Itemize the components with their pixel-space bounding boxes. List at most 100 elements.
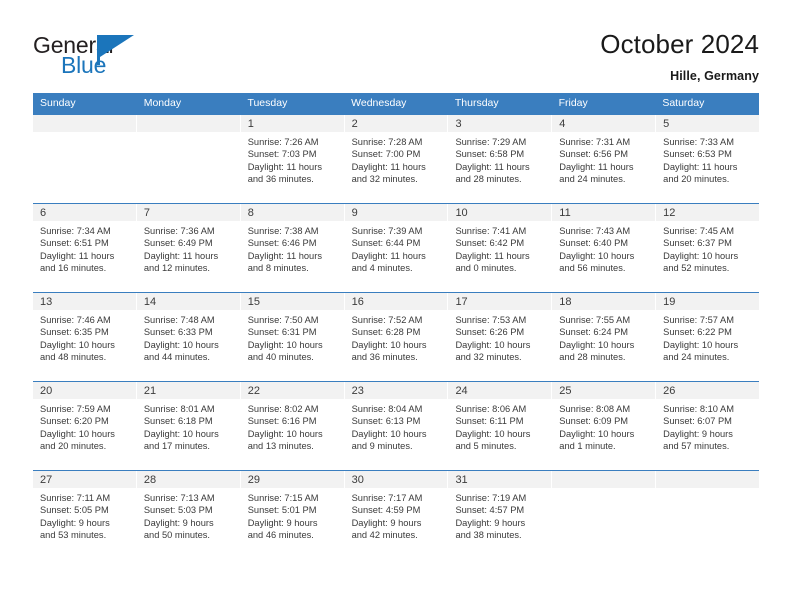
- day-cell[interactable]: 16 Sunrise: 7:52 AM Sunset: 6:28 PM Dayl…: [344, 293, 449, 381]
- daylight-line-2: and 28 minutes.: [455, 174, 522, 185]
- day-details: Sunrise: 7:52 AM Sunset: 6:28 PM Dayligh…: [345, 310, 448, 364]
- day-number: [33, 115, 136, 132]
- sunrise-line: Sunrise: 7:11 AM: [40, 493, 111, 503]
- day-cell[interactable]: 29 Sunrise: 7:15 AM Sunset: 5:01 PM Dayl…: [240, 471, 345, 559]
- daylight-line-1: Daylight: 11 hours: [247, 250, 322, 261]
- sunset-line: Sunset: 6:42 PM: [455, 238, 525, 249]
- day-number: 7: [136, 204, 240, 221]
- day-number: 10: [448, 204, 552, 221]
- title-block: October 2024 Hille, Germany: [600, 30, 759, 83]
- sunrise-line: Sunrise: 8:06 AM: [455, 404, 527, 414]
- sunrise-line: Sunrise: 7:34 AM: [40, 226, 111, 236]
- daylight-line-2: and 52 minutes.: [663, 263, 730, 274]
- sunrise-line: Sunrise: 8:04 AM: [351, 404, 423, 414]
- daylight-line-2: and 0 minutes.: [455, 263, 517, 274]
- logo-text-blue: Blue: [61, 52, 107, 78]
- day-number: [552, 471, 656, 488]
- day-cell[interactable]: [656, 471, 760, 559]
- day-cell[interactable]: 2 Sunrise: 7:28 AM Sunset: 7:00 PM Dayli…: [344, 115, 449, 203]
- sunset-line: Sunset: 7:03 PM: [247, 149, 317, 160]
- day-cell[interactable]: 13 Sunrise: 7:46 AM Sunset: 6:35 PM Dayl…: [33, 293, 137, 381]
- day-cell[interactable]: 1 Sunrise: 7:26 AM Sunset: 7:03 PM Dayli…: [240, 115, 345, 203]
- daylight-line-1: Daylight: 11 hours: [40, 250, 115, 261]
- day-details: Sunrise: 7:17 AM Sunset: 4:59 PM Dayligh…: [345, 488, 448, 542]
- daylight-line-1: Daylight: 10 hours: [559, 428, 635, 439]
- sunset-line: Sunset: 6:58 PM: [455, 149, 525, 160]
- day-cell[interactable]: 8 Sunrise: 7:38 AM Sunset: 6:46 PM Dayli…: [240, 204, 345, 292]
- weekday-header-friday: Friday: [558, 97, 588, 109]
- day-cell[interactable]: 6 Sunrise: 7:34 AM Sunset: 6:51 PM Dayli…: [33, 204, 137, 292]
- day-cell[interactable]: 26 Sunrise: 8:10 AM Sunset: 6:07 PM Dayl…: [656, 382, 760, 470]
- day-details: Sunrise: 8:10 AM Sunset: 6:07 PM Dayligh…: [656, 399, 759, 453]
- day-cell[interactable]: 3 Sunrise: 7:29 AM Sunset: 6:58 PM Dayli…: [448, 115, 553, 203]
- daylight-line-1: Daylight: 10 hours: [559, 250, 635, 261]
- daylight-line-2: and 28 minutes.: [559, 352, 626, 363]
- day-cell[interactable]: 20 Sunrise: 7:59 AM Sunset: 6:20 PM Dayl…: [33, 382, 137, 470]
- daylight-line-2: and 53 minutes.: [40, 530, 107, 541]
- day-cell[interactable]: 15 Sunrise: 7:50 AM Sunset: 6:31 PM Dayl…: [240, 293, 345, 381]
- day-cell[interactable]: [33, 115, 137, 203]
- day-cell[interactable]: 21 Sunrise: 8:01 AM Sunset: 6:18 PM Dayl…: [136, 382, 241, 470]
- general-blue-logo[interactable]: General Blue: [33, 30, 153, 78]
- day-cell[interactable]: 4 Sunrise: 7:31 AM Sunset: 6:56 PM Dayli…: [552, 115, 657, 203]
- day-details: Sunrise: 7:59 AM Sunset: 6:20 PM Dayligh…: [33, 399, 136, 453]
- day-details: Sunrise: 7:46 AM Sunset: 6:35 PM Dayligh…: [33, 310, 136, 364]
- day-cell[interactable]: 12 Sunrise: 7:45 AM Sunset: 6:37 PM Dayl…: [656, 204, 760, 292]
- day-cell[interactable]: 25 Sunrise: 8:08 AM Sunset: 6:09 PM Dayl…: [552, 382, 657, 470]
- day-cell[interactable]: 9 Sunrise: 7:39 AM Sunset: 6:44 PM Dayli…: [344, 204, 449, 292]
- day-number: 5: [656, 115, 760, 132]
- sunrise-line: Sunrise: 8:08 AM: [559, 404, 631, 414]
- daylight-line-1: Daylight: 10 hours: [143, 428, 219, 439]
- day-cell[interactable]: [552, 471, 657, 559]
- weekday-header-row: Sunday Monday Tuesday Wednesday Thursday…: [33, 93, 759, 114]
- daylight-line-1: Daylight: 9 hours: [143, 517, 214, 528]
- day-cell[interactable]: 10 Sunrise: 7:41 AM Sunset: 6:42 PM Dayl…: [448, 204, 553, 292]
- day-cell[interactable]: 5 Sunrise: 7:33 AM Sunset: 6:53 PM Dayli…: [656, 115, 760, 203]
- day-number: 4: [552, 115, 656, 132]
- day-cell[interactable]: 30 Sunrise: 7:17 AM Sunset: 4:59 PM Dayl…: [344, 471, 449, 559]
- day-number: 17: [448, 293, 552, 310]
- daylight-line-1: Daylight: 10 hours: [455, 428, 531, 439]
- day-cell[interactable]: 31 Sunrise: 7:19 AM Sunset: 4:57 PM Dayl…: [448, 471, 553, 559]
- sunrise-line: Sunrise: 7:15 AM: [247, 493, 319, 503]
- day-details: [33, 132, 136, 136]
- sunrise-line: Sunrise: 7:38 AM: [247, 226, 319, 236]
- daylight-line-2: and 20 minutes.: [663, 174, 730, 185]
- day-cell[interactable]: 18 Sunrise: 7:55 AM Sunset: 6:24 PM Dayl…: [552, 293, 657, 381]
- daylight-line-2: and 17 minutes.: [143, 441, 211, 452]
- week-row: 13 Sunrise: 7:46 AM Sunset: 6:35 PM Dayl…: [33, 292, 760, 381]
- day-details: [656, 488, 759, 492]
- day-cell[interactable]: 22 Sunrise: 8:02 AM Sunset: 6:16 PM Dayl…: [240, 382, 345, 470]
- daylight-line-1: Daylight: 11 hours: [143, 250, 219, 261]
- day-cell[interactable]: 24 Sunrise: 8:06 AM Sunset: 6:11 PM Dayl…: [448, 382, 553, 470]
- calendar-grid: Sunday Monday Tuesday Wednesday Thursday…: [33, 93, 760, 559]
- day-cell[interactable]: 28 Sunrise: 7:13 AM Sunset: 5:03 PM Dayl…: [136, 471, 241, 559]
- day-number: 21: [136, 382, 240, 399]
- day-cell[interactable]: 17 Sunrise: 7:53 AM Sunset: 6:26 PM Dayl…: [448, 293, 553, 381]
- day-cell[interactable]: 19 Sunrise: 7:57 AM Sunset: 6:22 PM Dayl…: [656, 293, 760, 381]
- day-number: 15: [240, 293, 344, 310]
- day-cell[interactable]: 11 Sunrise: 7:43 AM Sunset: 6:40 PM Dayl…: [552, 204, 657, 292]
- daylight-line-2: and 50 minutes.: [143, 530, 211, 541]
- sunset-line: Sunset: 6:24 PM: [559, 327, 629, 338]
- day-number: 11: [552, 204, 656, 221]
- day-cell[interactable]: 27 Sunrise: 7:11 AM Sunset: 5:05 PM Dayl…: [33, 471, 137, 559]
- day-number: 18: [552, 293, 656, 310]
- sunrise-line: Sunrise: 7:31 AM: [559, 137, 631, 147]
- day-number: 29: [240, 471, 344, 488]
- day-cell[interactable]: 23 Sunrise: 8:04 AM Sunset: 6:13 PM Dayl…: [344, 382, 449, 470]
- day-cell[interactable]: 14 Sunrise: 7:48 AM Sunset: 6:33 PM Dayl…: [136, 293, 241, 381]
- day-details: Sunrise: 7:19 AM Sunset: 4:57 PM Dayligh…: [448, 488, 551, 542]
- day-details: Sunrise: 7:34 AM Sunset: 6:51 PM Dayligh…: [33, 221, 136, 275]
- day-details: Sunrise: 8:04 AM Sunset: 6:13 PM Dayligh…: [345, 399, 448, 453]
- page-header: General Blue October 2024 Hille, Germany: [0, 0, 792, 83]
- day-number: 25: [552, 382, 656, 399]
- sunrise-line: Sunrise: 7:55 AM: [559, 315, 631, 325]
- weekday-header-saturday: Saturday: [662, 97, 705, 109]
- day-cell[interactable]: [136, 115, 241, 203]
- day-cell[interactable]: 7 Sunrise: 7:36 AM Sunset: 6:49 PM Dayli…: [136, 204, 241, 292]
- day-details: Sunrise: 8:01 AM Sunset: 6:18 PM Dayligh…: [137, 399, 240, 453]
- daylight-line-1: Daylight: 11 hours: [663, 161, 738, 172]
- day-number: 3: [448, 115, 552, 132]
- sunset-line: Sunset: 6:20 PM: [40, 416, 109, 427]
